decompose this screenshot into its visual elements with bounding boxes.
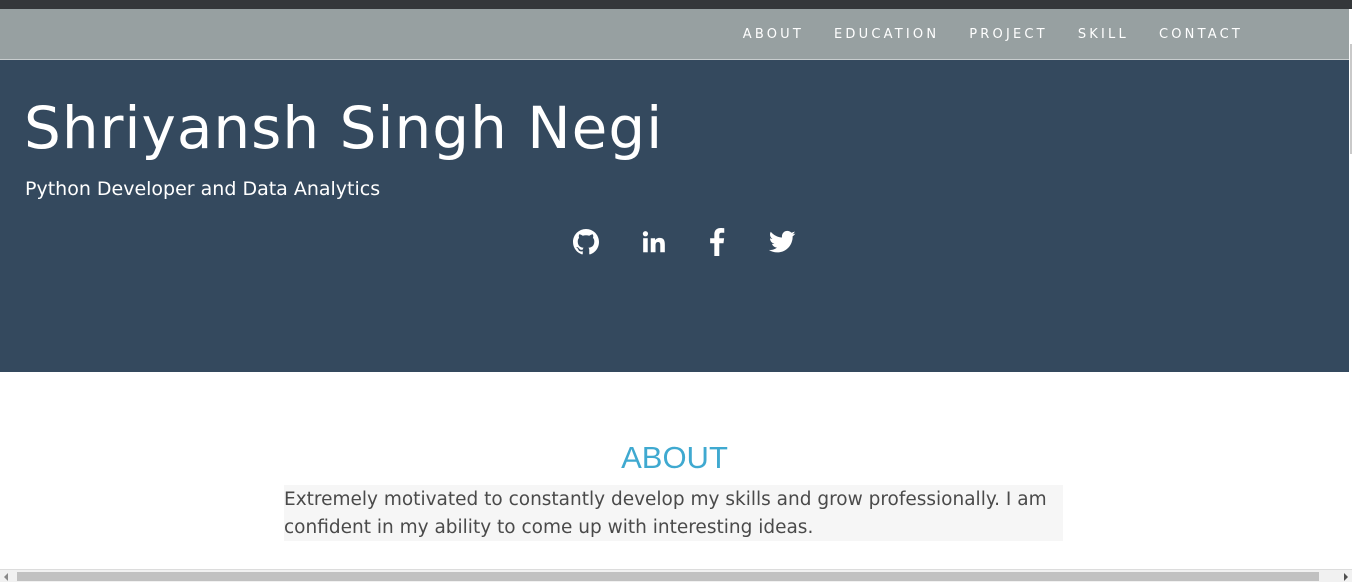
about-box: Extremely motivated to constantly develo… [284,485,1063,541]
nav-link-education[interactable]: EDUCATION [834,27,939,42]
facebook-link[interactable] [702,227,732,257]
linkedin-icon [641,229,667,255]
nav-links: ABOUT EDUCATION PROJECT SKILL CONTACT [713,9,1243,59]
nav-link-about[interactable]: ABOUT [743,27,804,42]
horizontal-scrollbar-thumb[interactable] [17,572,1319,581]
facebook-icon [708,228,726,256]
horizontal-scrollbar[interactable] [0,569,1352,582]
github-icon [573,229,599,255]
hero-subtitle: Python Developer and Data Analytics [25,178,381,200]
browser-top-strip [0,0,1352,9]
navbar: ABOUT EDUCATION PROJECT SKILL CONTACT [0,9,1349,60]
twitter-icon [768,230,796,254]
scroll-right-arrow-icon[interactable] [1344,573,1348,581]
hero-name: Shriyansh Singh Negi [24,94,664,162]
linkedin-link[interactable] [639,227,669,257]
about-heading: ABOUT [621,440,728,475]
hero-section: Shriyansh Singh Negi Python Developer an… [0,60,1349,372]
nav-link-project[interactable]: PROJECT [969,27,1048,42]
nav-link-contact[interactable]: CONTACT [1159,27,1243,42]
twitter-link[interactable] [767,227,797,257]
scroll-left-arrow-icon[interactable] [4,573,8,581]
github-link[interactable] [571,227,601,257]
about-text: Extremely motivated to constantly develo… [284,489,1047,538]
nav-link-skill[interactable]: SKILL [1078,27,1129,42]
